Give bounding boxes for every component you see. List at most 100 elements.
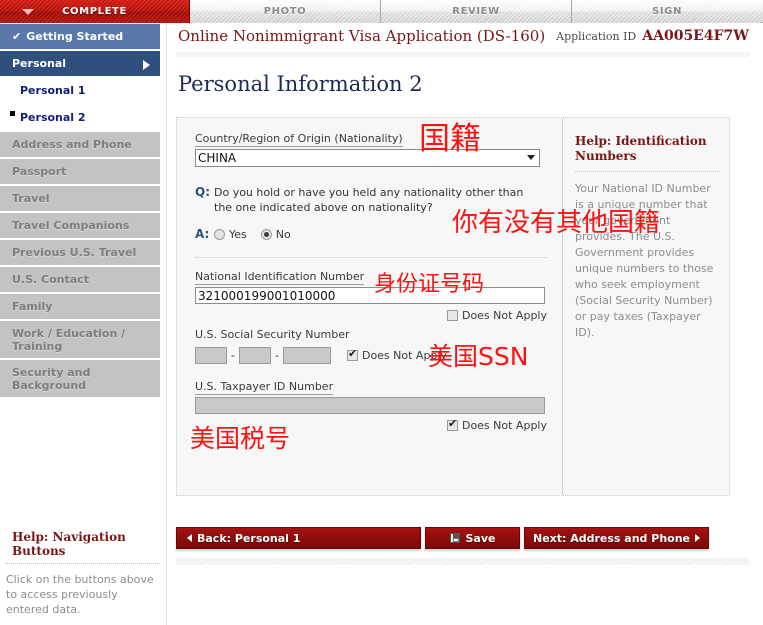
- form-help-title-line2: Numbers: [575, 149, 720, 164]
- app-header: Online Nonimmigrant Visa Application (DS…: [176, 24, 763, 48]
- sidebar-item-address-and-phone: Address and Phone: [0, 132, 160, 157]
- taxpayer-id-field-group: U.S. Taxpayer ID Number Does Not Apply: [195, 380, 549, 432]
- form-fields-column: Country/Region of Origin (Nationality) C…: [177, 118, 561, 495]
- nationality-select[interactable]: CHINA: [195, 149, 540, 167]
- sidebar-item-passport: Passport: [0, 159, 160, 184]
- national-id-does-not-apply-label: Does Not Apply: [462, 309, 547, 322]
- sidebar-item-label: Work / Education /: [12, 327, 125, 340]
- sidebar-item-label: Passport: [12, 165, 66, 178]
- sidebar-item-label: Travel: [12, 192, 50, 205]
- ssn-does-not-apply-label: Does Not Apply: [362, 349, 447, 362]
- question-text-line2: the one indicated above on nationality?: [214, 200, 523, 215]
- tab-complete-label: COMPLETE: [62, 6, 127, 17]
- radio-yes-label[interactable]: Yes: [229, 228, 247, 241]
- tab-complete[interactable]: COMPLETE: [0, 0, 190, 23]
- radio-yes[interactable]: [214, 229, 225, 240]
- sidebar-item-label: Personal 1: [20, 84, 86, 97]
- sidebar-item-label-2: Training: [12, 340, 125, 353]
- chevron-right-icon: [143, 60, 150, 70]
- next-button[interactable]: Next: Address and Phone: [524, 527, 709, 549]
- next-button-label: Next: Address and Phone: [533, 532, 690, 545]
- sidebar-item-label-2: Background: [12, 379, 90, 392]
- ssn-separator-2: -: [275, 349, 279, 362]
- nationality-select-wrapper[interactable]: CHINA: [195, 149, 540, 167]
- caret-down-icon: [22, 9, 34, 15]
- taxpayer-id-label: U.S. Taxpayer ID Number: [195, 380, 333, 395]
- form-help-column: Help: Identification Numbers Your Nation…: [562, 118, 730, 495]
- sidebar-item-work-education-training: Work / Education / Training: [0, 321, 160, 358]
- radio-no[interactable]: [261, 229, 272, 240]
- sidebar-item-label: Address and Phone: [12, 138, 132, 151]
- sidebar-item-label: Personal: [12, 57, 66, 70]
- radio-no-label[interactable]: No: [276, 228, 291, 241]
- tab-review-label: REVIEW: [452, 6, 499, 17]
- ssn-separator-1: -: [231, 349, 235, 362]
- ssn-does-not-apply-checkbox[interactable]: [347, 350, 358, 361]
- taxpayer-id-input: [195, 397, 545, 414]
- tab-review[interactable]: REVIEW: [381, 0, 572, 23]
- taxpayer-id-does-not-apply-checkbox[interactable]: [447, 420, 458, 431]
- sidebar-item-family: Family: [0, 294, 160, 319]
- sidebar-item-personal-2[interactable]: Personal 2: [0, 105, 160, 129]
- square-bullet-icon: [10, 111, 15, 116]
- question-text: Do you hold or have you held any nationa…: [214, 185, 523, 215]
- back-button[interactable]: Back: Personal 1: [176, 527, 421, 549]
- sidebar-help-body: Click on the buttons above to access pre…: [0, 564, 166, 617]
- taxpayer-id-does-not-apply[interactable]: Does Not Apply: [195, 419, 547, 432]
- nationality-label: Country/Region of Origin (Nationality): [195, 132, 403, 147]
- form-help-title-line1: Help: Identification: [575, 134, 720, 149]
- sidebar-help-title: Help: Navigation Buttons: [6, 524, 160, 564]
- form-help-body: Your National ID Number is a unique numb…: [575, 172, 720, 341]
- tab-sign[interactable]: SIGN: [572, 0, 762, 23]
- arrow-right-icon: [695, 534, 700, 542]
- header-rule: [176, 52, 749, 57]
- sidebar-item-label: Family: [12, 300, 52, 313]
- national-id-does-not-apply[interactable]: Does Not Apply: [195, 309, 547, 322]
- form-panel: Country/Region of Origin (Nationality) C…: [176, 117, 730, 496]
- sidebar-item-previous-us-travel: Previous U.S. Travel: [0, 240, 160, 265]
- application-id: Application ID AA005E4F7W: [556, 28, 763, 44]
- sidebar-item-security-and-background: Security and Background: [0, 360, 160, 397]
- ssn-input-row: - - Does Not Apply: [195, 347, 549, 364]
- ssn-part2-input: [239, 347, 271, 364]
- check-icon: ✔: [12, 30, 21, 43]
- footer-rule: [176, 558, 749, 565]
- nationality-field-group: Country/Region of Origin (Nationality) C…: [195, 132, 549, 167]
- question-prefix: Q:: [195, 185, 214, 215]
- tab-sign-label: SIGN: [652, 6, 682, 17]
- progress-tab-strip: COMPLETE PHOTO REVIEW SIGN: [0, 0, 763, 23]
- ssn-label: U.S. Social Security Number: [195, 328, 350, 342]
- national-id-field-group: National Identification Number Does Not …: [195, 270, 549, 322]
- other-nationality-question-group: Q: Do you hold or have you held any nati…: [195, 185, 549, 241]
- national-id-input[interactable]: [195, 287, 545, 304]
- sidebar-item-label: Previous U.S. Travel: [12, 246, 136, 259]
- sidebar-item-us-contact: U.S. Contact: [0, 267, 160, 292]
- application-id-label: Application ID: [556, 30, 636, 43]
- sidebar-item-label: Security and: [12, 366, 90, 379]
- sidebar-item-label: Getting Started: [26, 30, 123, 43]
- form-help-title: Help: Identification Numbers: [575, 134, 720, 172]
- sidebar-item-getting-started[interactable]: ✔ Getting Started: [0, 24, 160, 49]
- sidebar-item-travel-companions: Travel Companions: [0, 213, 160, 238]
- sidebar-item-personal[interactable]: Personal: [0, 51, 160, 76]
- back-button-label: Back: Personal 1: [197, 532, 300, 545]
- ssn-field-group: U.S. Social Security Number - - Does Not…: [195, 328, 549, 364]
- section-divider: [195, 257, 547, 258]
- save-floppy-icon: [450, 533, 460, 543]
- app-title: Online Nonimmigrant Visa Application (DS…: [176, 27, 545, 45]
- answer-row: A: Yes No: [195, 227, 549, 241]
- ssn-part1-input: [195, 347, 227, 364]
- navigation-button-bar: Back: Personal 1 Save Next: Address and …: [176, 527, 709, 549]
- page-title: Personal Information 2: [178, 72, 423, 96]
- save-button[interactable]: Save: [425, 527, 520, 549]
- sidebar-help-panel: Help: Navigation Buttons Click on the bu…: [0, 524, 166, 617]
- question-text-line1: Do you hold or have you held any nationa…: [214, 185, 523, 200]
- application-id-value: AA005E4F7W: [642, 28, 749, 44]
- ssn-does-not-apply[interactable]: Does Not Apply: [347, 349, 447, 362]
- sidebar-item-personal-1[interactable]: Personal 1: [0, 78, 160, 102]
- national-id-does-not-apply-checkbox[interactable]: [447, 310, 458, 321]
- sidebar-nav: ✔ Getting Started Personal Personal 1 Pe…: [0, 24, 160, 397]
- tab-photo[interactable]: PHOTO: [190, 0, 381, 23]
- question-row: Q: Do you hold or have you held any nati…: [195, 185, 549, 215]
- national-id-label: National Identification Number: [195, 270, 364, 285]
